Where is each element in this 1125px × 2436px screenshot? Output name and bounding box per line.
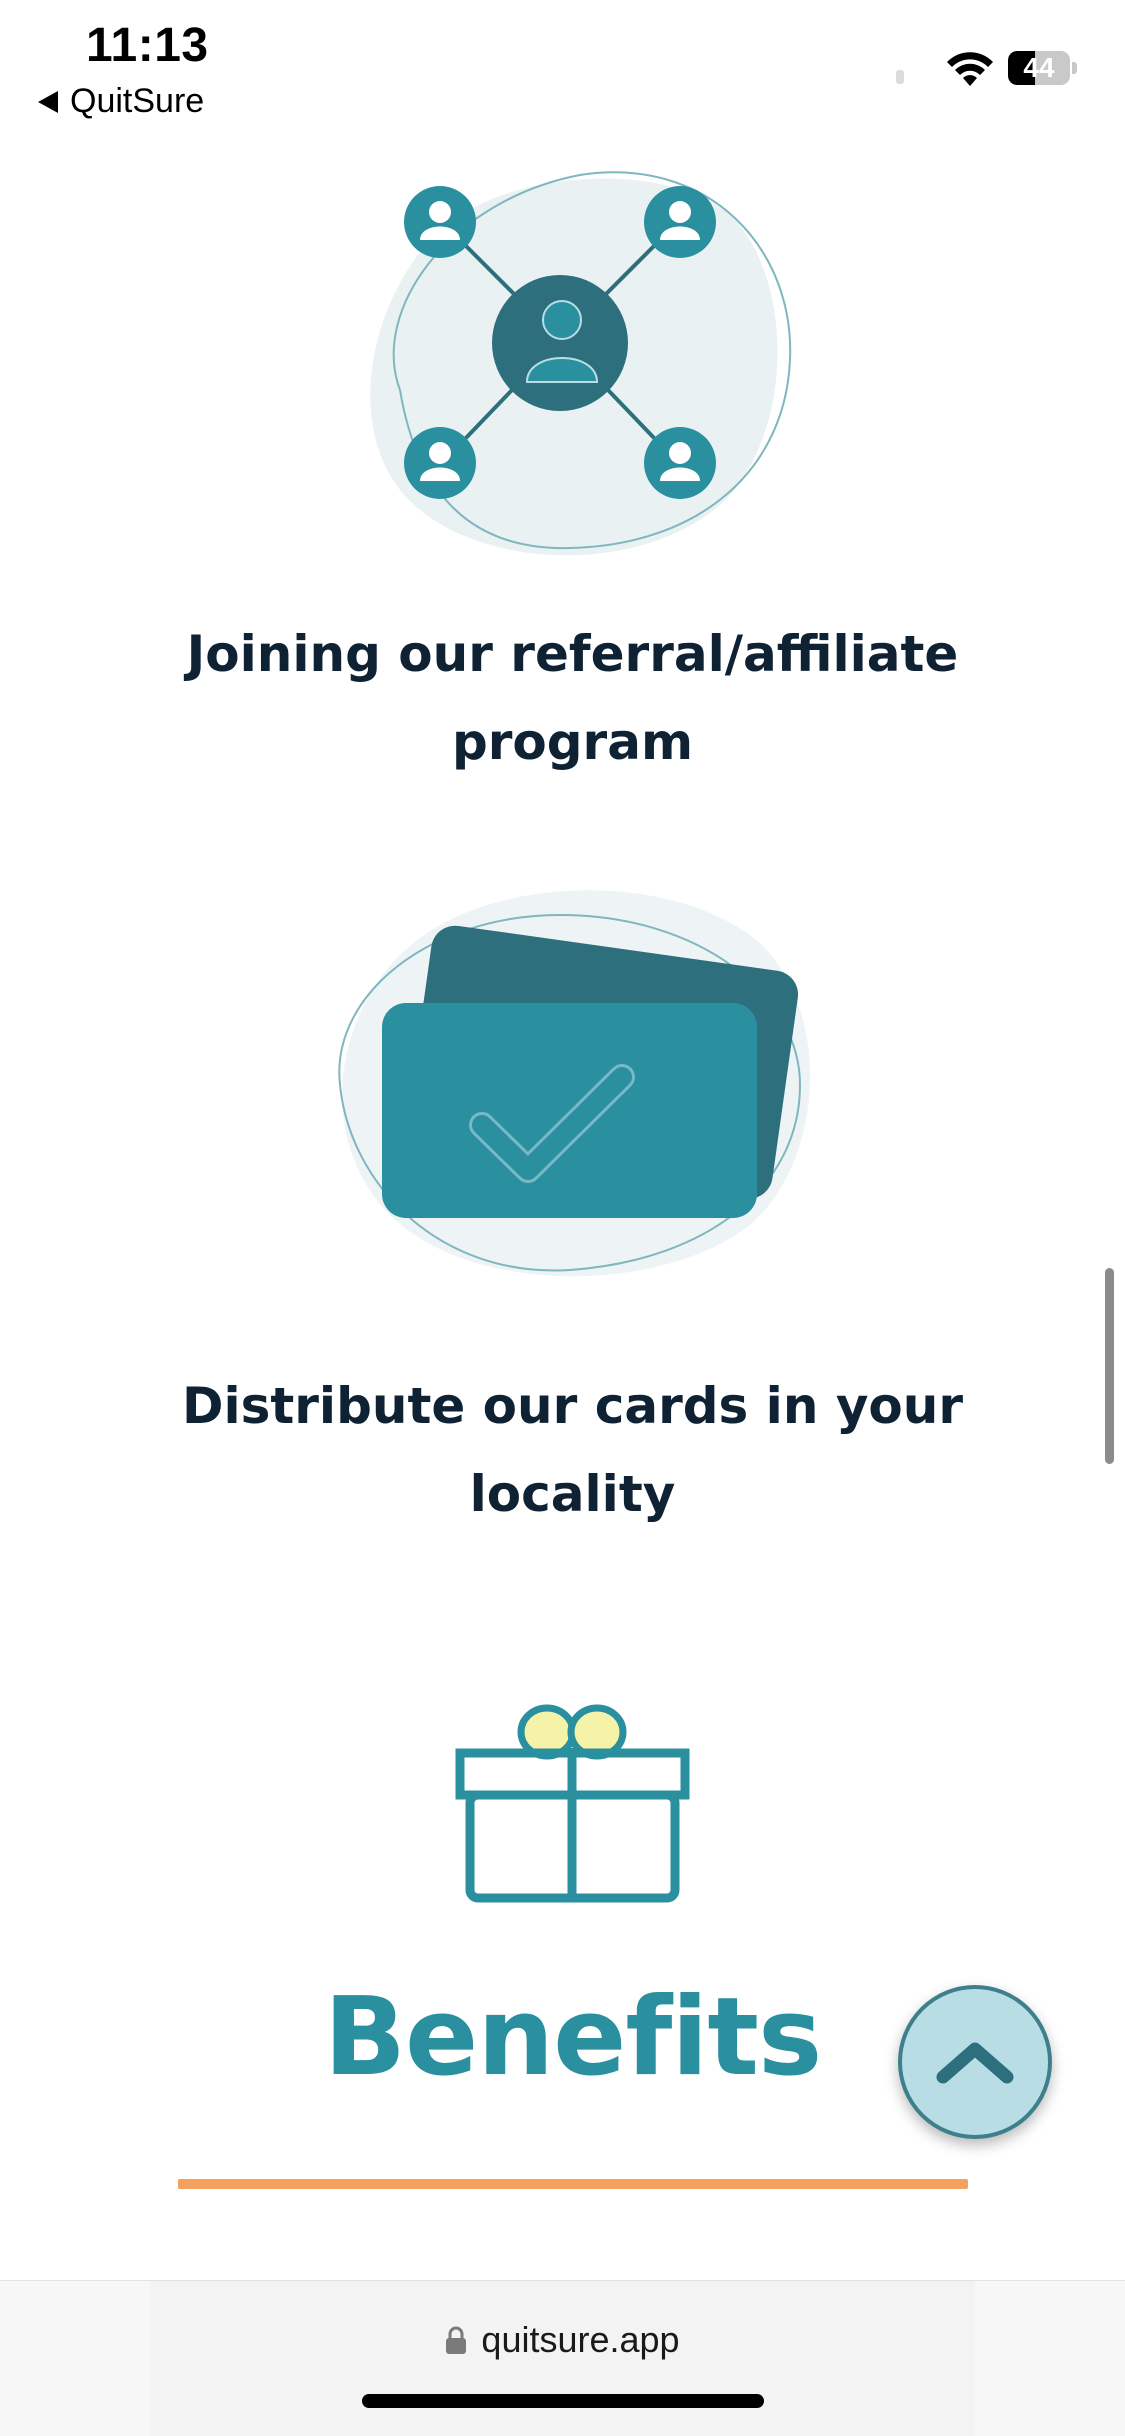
browser-url-bar[interactable]: quitsure.app bbox=[0, 2280, 1125, 2436]
gift-icon bbox=[455, 1704, 690, 1903]
battery-level: 44 bbox=[1023, 52, 1055, 83]
back-to-app-button[interactable]: QuitSure bbox=[38, 82, 204, 121]
battery-indicator: 44 bbox=[1008, 50, 1078, 86]
page-scrollbar[interactable] bbox=[1105, 1268, 1114, 1464]
wifi-icon bbox=[947, 52, 993, 86]
home-indicator[interactable] bbox=[362, 2394, 764, 2408]
chevron-up-icon bbox=[936, 2042, 1014, 2084]
status-time: 11:13 bbox=[86, 19, 209, 72]
card-check-icon bbox=[338, 890, 810, 1277]
back-app-label: QuitSure bbox=[70, 82, 205, 120]
benefits-underline bbox=[178, 2179, 968, 2189]
scroll-to-top-button[interactable] bbox=[898, 1985, 1052, 2139]
back-arrow-icon bbox=[38, 90, 58, 113]
url-field[interactable]: quitsure.app bbox=[150, 2281, 975, 2436]
lock-icon bbox=[446, 2326, 467, 2354]
distribute-cards-title: Distribute our cards in your locality bbox=[181, 1377, 964, 1523]
signal-dot bbox=[896, 70, 904, 84]
battery-body: 44 bbox=[1008, 51, 1070, 85]
referral-network-icon bbox=[370, 171, 792, 556]
url-content: quitsure.app bbox=[150, 2319, 975, 2361]
battery-cap bbox=[1072, 62, 1077, 74]
referral-program-title: Joining our referral/affiliate program bbox=[186, 625, 959, 771]
page: 11:13 QuitSure 44 Joining our referral/a… bbox=[0, 0, 1125, 2436]
url-text: quitsure.app bbox=[481, 2319, 680, 2360]
